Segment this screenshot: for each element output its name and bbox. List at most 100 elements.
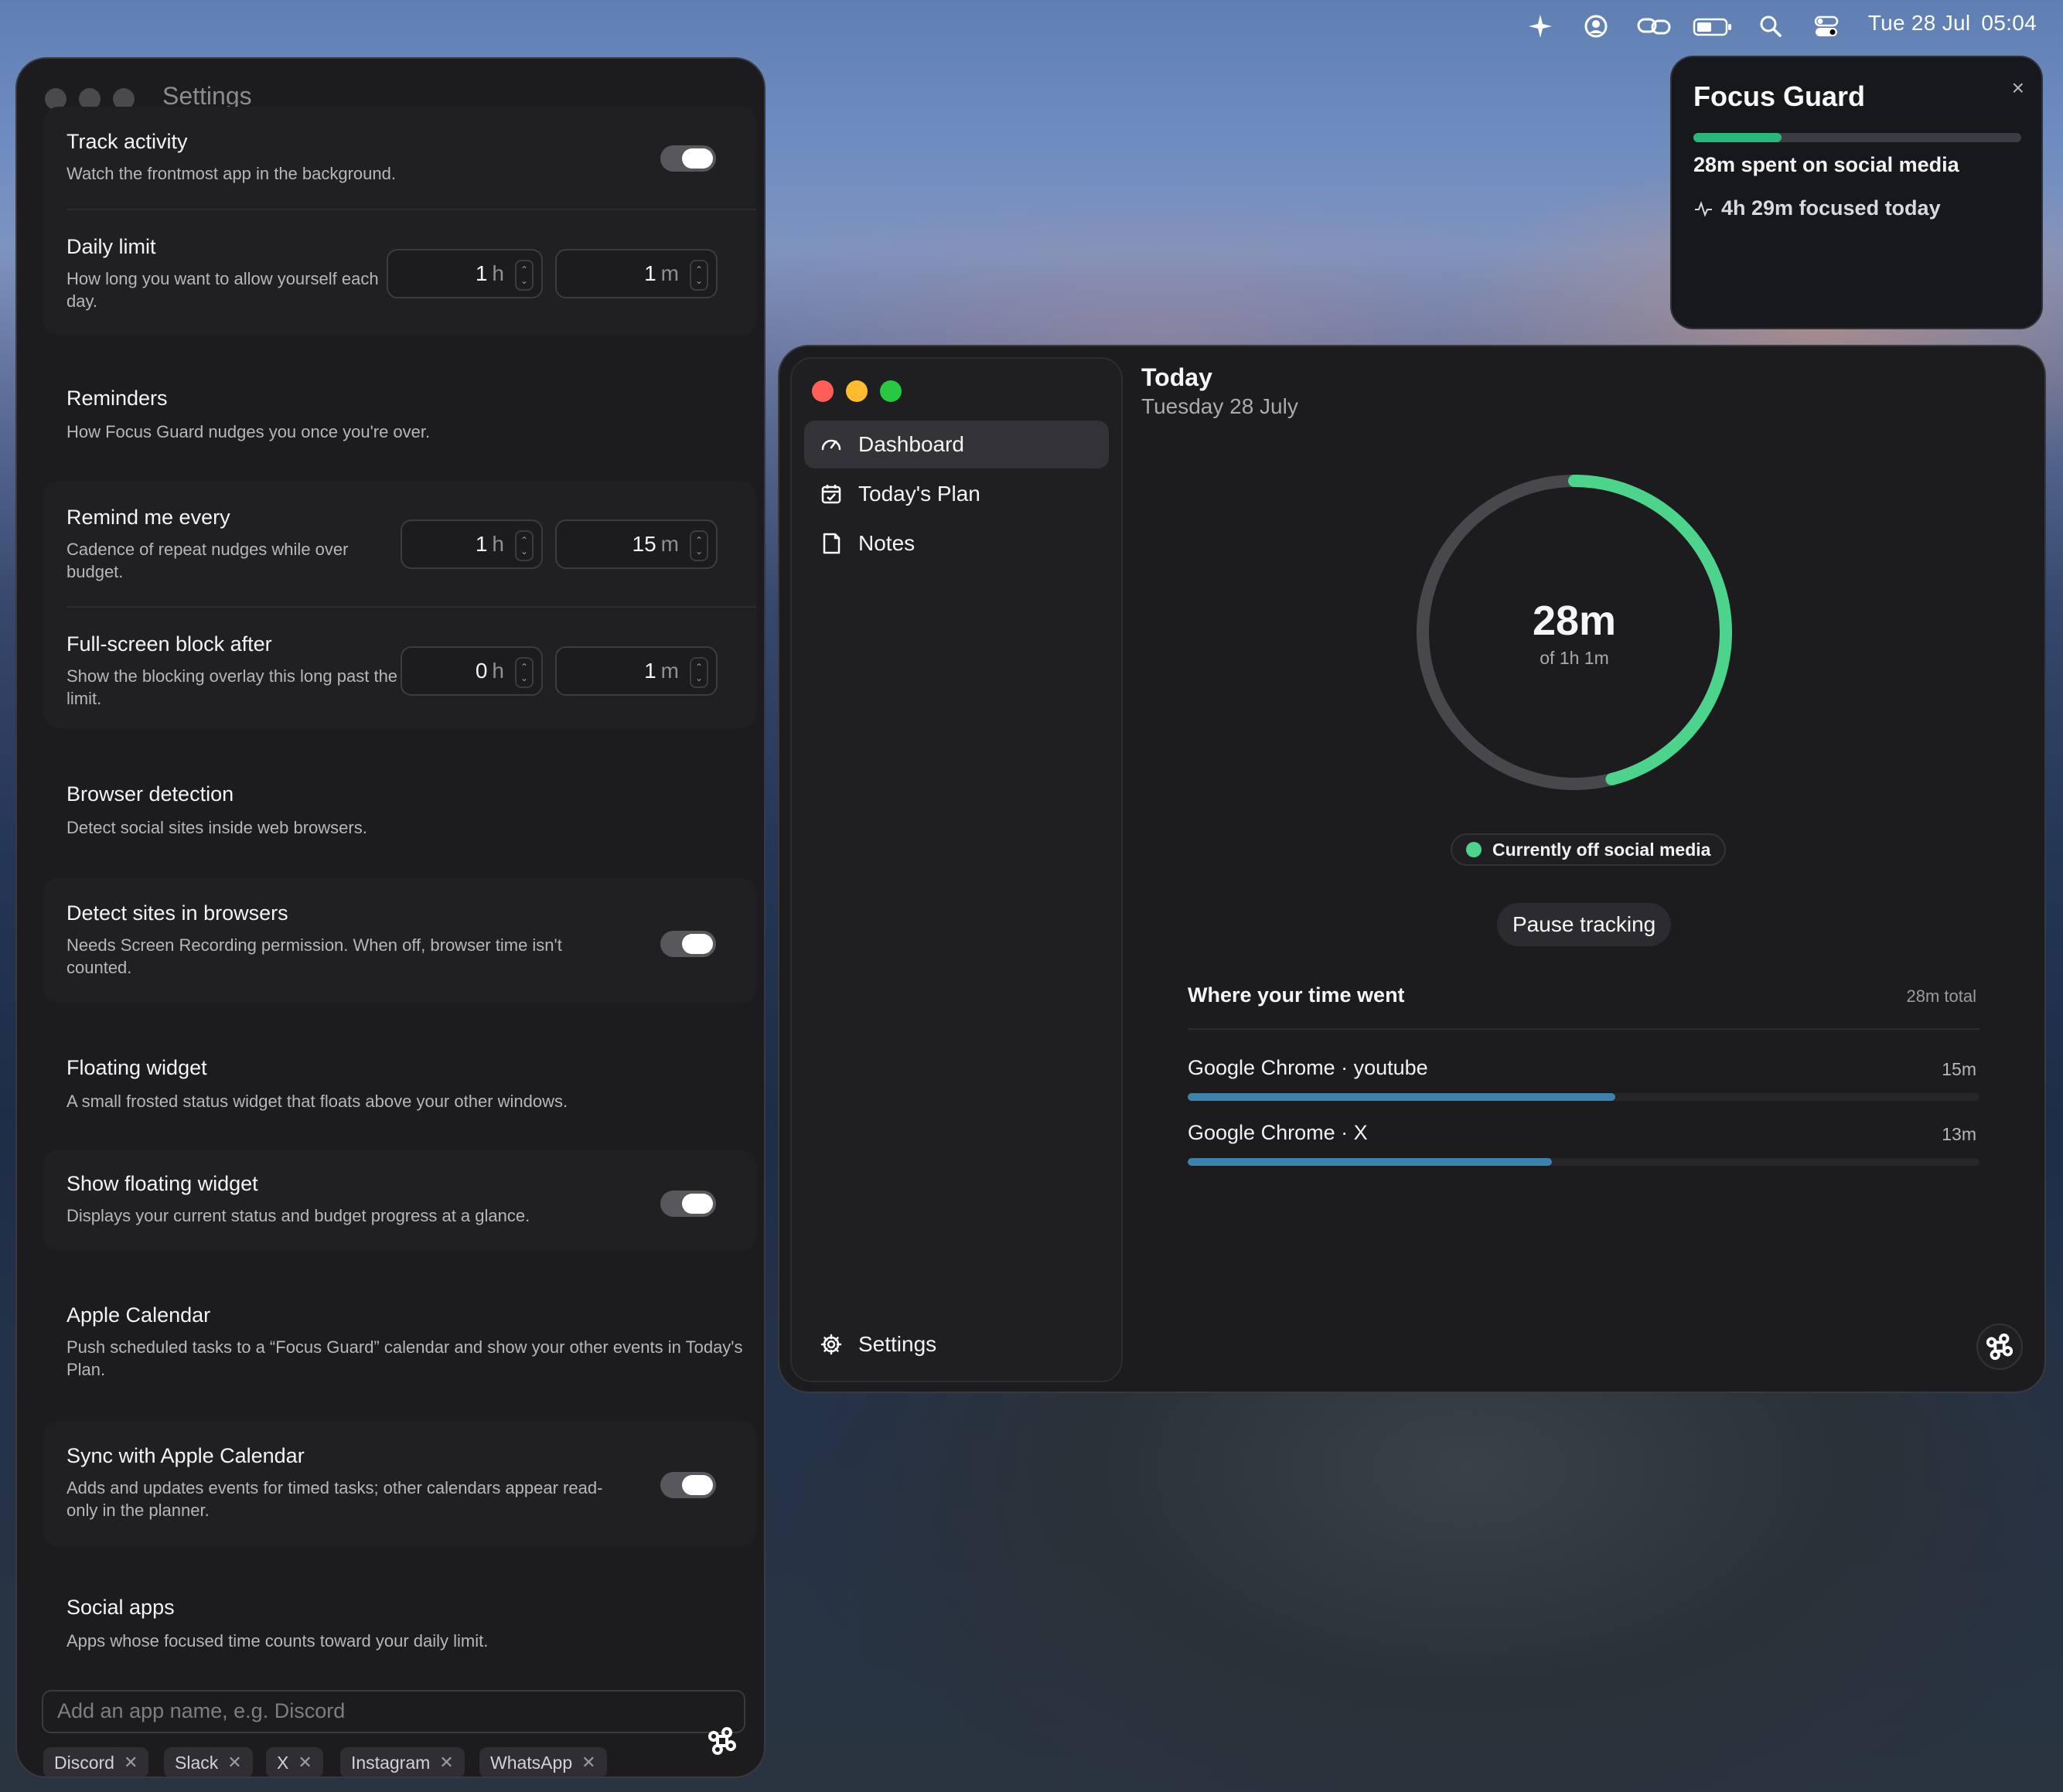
block-after-minutes-stepper[interactable]: 1m ⌃ ⌄: [555, 646, 718, 696]
browser-section-title: Browser detection: [66, 782, 234, 806]
show-widget-toggle[interactable]: [660, 1191, 716, 1217]
sidebar-item-notes[interactable]: Notes: [804, 520, 1109, 567]
stepper-arrows-icon[interactable]: ⌃ ⌄: [690, 530, 708, 561]
widget-progress-fill: [1693, 133, 1782, 142]
close-window-button[interactable]: [812, 380, 834, 402]
remind-every-hours-stepper[interactable]: 1h ⌃ ⌄: [401, 520, 543, 569]
stepper-value: 15: [632, 532, 656, 556]
status-badge: Currently off social media: [1451, 833, 1727, 866]
chip-label: Slack: [175, 1752, 219, 1773]
app-menu-button[interactable]: [1976, 1324, 2023, 1370]
daily-limit-hours-stepper[interactable]: 1h ⌃ ⌄: [387, 249, 543, 298]
stepper-arrows-icon[interactable]: ⌃ ⌄: [515, 530, 534, 561]
stepper-unit: h: [492, 659, 504, 683]
remind-every-desc: Cadence of repeat nudges while over budg…: [66, 540, 349, 581]
page-subtitle: Tuesday 28 July: [1141, 394, 1298, 418]
focus-widget: Focus Guard × 28m spent on social media …: [1670, 56, 2043, 329]
detect-sites-desc: Needs Screen Recording permission. When …: [66, 935, 562, 977]
stepper-arrows-icon[interactable]: ⌃ ⌄: [690, 657, 708, 688]
detect-sites-toggle[interactable]: [660, 931, 716, 957]
track-activity-title: Track activity: [66, 130, 188, 153]
breakdown-bar-fill: [1188, 1093, 1615, 1101]
widget-title: Focus Guard: [1693, 80, 1866, 112]
daily-limit-minutes-stepper[interactable]: 1m ⌃ ⌄: [555, 249, 718, 298]
menu-bar: Tue 28 Jul 05:04: [0, 0, 2063, 53]
widget-card: [43, 1150, 756, 1251]
breakdown-item-name: Google Chrome · X: [1188, 1121, 1368, 1144]
block-after-desc: Show the blocking overlay this long past…: [66, 666, 398, 708]
track-activity-toggle[interactable]: [660, 145, 716, 172]
detect-sites-title: Detect sites in browsers: [66, 901, 288, 925]
link-icon[interactable]: [1636, 12, 1672, 40]
stepper-arrows-icon[interactable]: ⌃ ⌄: [515, 657, 534, 688]
remove-chip-icon[interactable]: ✕: [124, 1753, 138, 1773]
sync-calendar-desc: Adds and updates events for timed tasks;…: [66, 1478, 603, 1520]
stepper-value: 1: [644, 261, 656, 285]
daily-limit-desc: How long you want to allow yourself each…: [66, 269, 379, 311]
search-icon[interactable]: [1757, 12, 1785, 40]
breakdown-bar-track: [1188, 1093, 1979, 1101]
control-center-icon[interactable]: [1812, 12, 1840, 40]
stepper-value: 1: [475, 261, 488, 285]
sync-calendar-title: Sync with Apple Calendar: [66, 1444, 305, 1467]
sidebar: Dashboard Today's Plan Notes Settings: [790, 357, 1123, 1382]
show-widget-desc: Displays your current status and budget …: [66, 1206, 530, 1225]
pause-tracking-button[interactable]: Pause tracking: [1497, 903, 1672, 946]
calendar-section-title: Apple Calendar: [66, 1303, 211, 1327]
add-app-input[interactable]: Add an app name, e.g. Discord: [42, 1690, 745, 1733]
ring-value: 28m: [1532, 597, 1617, 644]
chip-label: Instagram: [351, 1752, 431, 1773]
stepper-unit: m: [660, 261, 679, 285]
sync-calendar-toggle[interactable]: [660, 1472, 716, 1498]
main-window: Dashboard Today's Plan Notes Settings To…: [778, 345, 2046, 1393]
stepper-unit: h: [492, 261, 504, 285]
sidebar-item-todays-plan[interactable]: Today's Plan: [804, 470, 1109, 518]
app-chip-x: X ✕: [266, 1747, 323, 1777]
command-icon: [1986, 1333, 2014, 1361]
remind-every-minutes-stepper[interactable]: 15 m ⌃ ⌄: [555, 520, 718, 569]
calendar-icon: [821, 485, 841, 504]
stepper-unit: h: [492, 532, 504, 556]
battery-icon[interactable]: [1692, 12, 1734, 40]
app-chip-slack: Slack ✕: [164, 1747, 253, 1777]
breakdown-item-name: Google Chrome · youtube: [1188, 1056, 1428, 1079]
chip-label: X: [277, 1752, 289, 1773]
remove-chip-icon[interactable]: ✕: [581, 1753, 595, 1773]
breakdown-bar-track: [1188, 1158, 1979, 1166]
gauge-icon: [821, 439, 841, 451]
stepper-arrows-icon[interactable]: ⌃ ⌄: [690, 260, 708, 291]
block-after-hours-stepper[interactable]: 0h ⌃ ⌄: [401, 646, 543, 696]
command-icon: [708, 1727, 736, 1755]
menu-clock[interactable]: Tue 28 Jul 05:04: [1868, 11, 2037, 36]
remind-every-title: Remind me every: [66, 506, 230, 529]
divider: [66, 209, 756, 210]
remove-chip-icon[interactable]: ✕: [227, 1753, 241, 1773]
stepper-arrows-icon[interactable]: ⌃ ⌄: [515, 260, 534, 291]
widget-progress-track: [1693, 133, 2021, 142]
sidebar-item-settings[interactable]: Settings: [804, 1320, 1109, 1368]
breakdown-title: Where your time went: [1188, 983, 1405, 1007]
divider: [1188, 1028, 1979, 1030]
widget-focus-label: 4h 29m focused today: [1721, 196, 1941, 220]
stepper-value: 1: [475, 532, 488, 556]
close-icon[interactable]: ×: [2012, 76, 2024, 101]
app-menu-button[interactable]: [699, 1718, 745, 1764]
page-title: Today: [1141, 363, 1212, 391]
status-dot-icon: [1466, 842, 1482, 857]
browser-section-desc: Detect social sites inside web browsers.: [66, 818, 367, 837]
breakdown-item-time: 13m: [1942, 1124, 1976, 1144]
sidebar-item-label: Dashboard: [858, 432, 964, 456]
remove-chip-icon[interactable]: ✕: [298, 1753, 312, 1773]
account-icon[interactable]: [1582, 12, 1610, 40]
budget-ring: 28m of 1h 1m: [1412, 470, 1737, 795]
breakdown-item-time: 15m: [1942, 1059, 1976, 1079]
reminders-section-title: Reminders: [66, 387, 168, 410]
breakdown-bar-fill: [1188, 1158, 1553, 1166]
zoom-window-button[interactable]: [880, 380, 902, 402]
sidebar-item-dashboard[interactable]: Dashboard: [804, 421, 1109, 468]
calendar-section-desc: Push scheduled tasks to a “Focus Guard” …: [66, 1337, 743, 1379]
remove-chip-icon[interactable]: ✕: [439, 1753, 453, 1773]
minimize-window-button[interactable]: [846, 380, 868, 402]
sparkle-icon[interactable]: [1526, 12, 1554, 40]
app-chip-discord: Discord ✕: [43, 1747, 149, 1777]
